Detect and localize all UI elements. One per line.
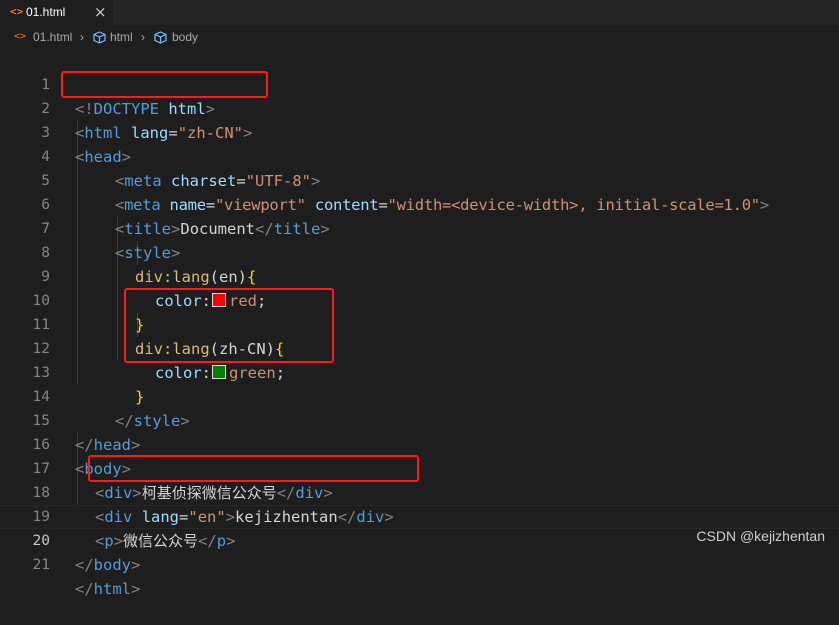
code-line: 6 <title>Document</title> (0, 169, 839, 238)
annotation-box-div-lang-en (88, 455, 419, 482)
code-line: 14 </style> (0, 361, 839, 430)
cube-icon (154, 31, 167, 47)
code-line: 20 </body> (0, 505, 839, 574)
code-line: 16 <body> (0, 409, 839, 478)
breadcrumb-file[interactable]: 01.html (33, 30, 72, 44)
code-line: 9 color: red; (0, 241, 839, 310)
html-file-icon: <> (10, 5, 24, 18)
html-file-icon: <> (14, 31, 27, 42)
annotation-box-lang-zh-cn (124, 288, 334, 363)
chevron-right-icon: › (141, 30, 145, 44)
tab-01-html[interactable]: <> 01.html × (0, 0, 113, 25)
line-number: 21 (32, 557, 50, 573)
tab-bar: <> 01.html × (0, 0, 839, 25)
code-line: 19 <p>微信公众号</p> (0, 481, 839, 550)
code-line: 4 <meta charset="UTF-8"> (0, 121, 839, 190)
code-line: 3 <head> (0, 97, 839, 166)
breadcrumb: <> 01.html › html › body (0, 25, 839, 49)
code-line: 15 </head> (0, 385, 839, 454)
code-line: 8 div:lang(en){ (0, 217, 839, 286)
code-editor[interactable]: 1 <!DOCTYPE html> 2 <html lang="zh-CN"> … (0, 49, 839, 598)
code-line: 10 } (0, 265, 839, 334)
watermark: CSDN @kejizhentan (696, 528, 825, 544)
code-line: 7 <style> (0, 193, 839, 262)
tab-label: 01.html (26, 5, 66, 19)
code-line: 1 <!DOCTYPE html> (0, 49, 839, 118)
annotation-box-html-lang (61, 71, 268, 98)
chevron-right-icon: › (80, 30, 84, 44)
code-line: 5 <meta name="viewport" content="width=<… (0, 145, 839, 214)
cube-icon (93, 31, 106, 47)
close-icon[interactable]: × (94, 3, 107, 21)
code-line: 17 <div>柯基侦探微信公众号</div> (0, 433, 839, 502)
breadcrumb-body[interactable]: body (172, 30, 198, 44)
breadcrumb-html[interactable]: html (110, 30, 133, 44)
